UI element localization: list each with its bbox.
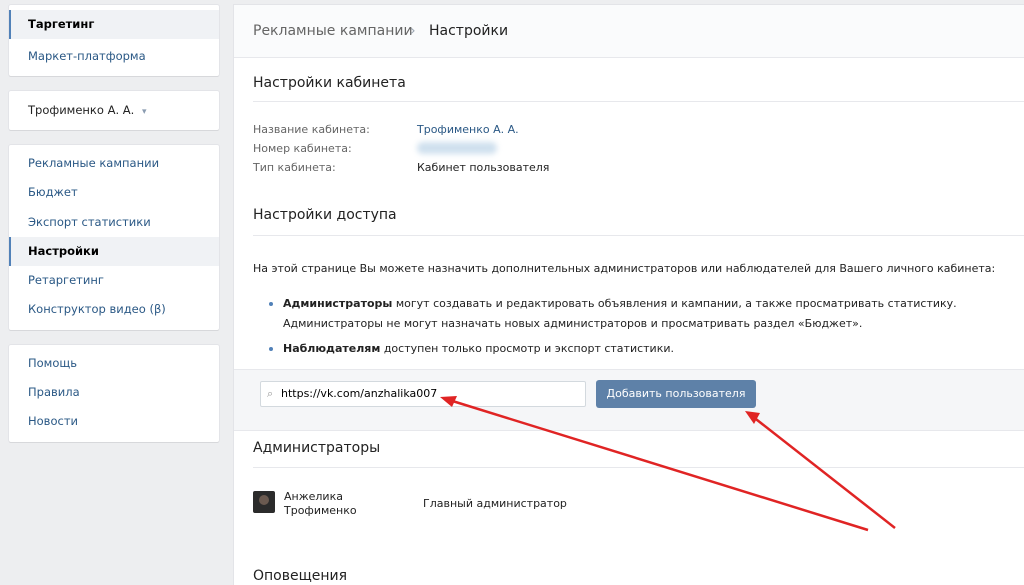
divider [253,101,1024,102]
sidebar-item-label: Ретаргетинг [28,273,104,287]
cabinet-settings-title: Настройки кабинета [253,75,406,91]
sidebar-item-label: Конструктор видео (β) [28,302,166,316]
account-name: Трофименко А. А. [28,103,135,117]
admin-first-name: Анжелика [284,490,343,503]
avatar[interactable] [253,491,275,513]
observers-term: Наблюдателям [283,342,381,355]
administrators-title: Администраторы [253,440,381,456]
cabinet-type-value: Кабинет пользователя [417,161,550,174]
sidebar-item-budget[interactable]: Бюджет [9,178,219,207]
observers-text: доступен только просмотр и экспорт стати… [380,342,674,355]
breadcrumb: Рекламные кампании › Настройки [234,5,1024,58]
sidebar-item-video-constructor[interactable]: Конструктор видео (β) [9,295,219,324]
add-user-bar: ⌕ https://vk.com/anzhalika007 Добавить п… [234,369,1024,431]
sidebar-item-rules[interactable]: Правила [9,378,219,407]
divider [253,235,1024,236]
sidebar-item-targeting[interactable]: Таргетинг [9,10,219,39]
access-intro-text: На этой странице Вы можете назначить доп… [253,262,996,275]
cabinet-type-label: Тип кабинета: [253,161,336,174]
sidebar-item-market-platform[interactable]: Маркет-платформа [9,42,219,71]
account-selector[interactable]: Трофименко А. А. ▾ [9,96,219,125]
admins-text: могут создавать и редактировать объявлен… [392,297,957,310]
sidebar-item-label: Рекламные кампании [28,156,160,170]
bullet-icon [269,302,273,306]
sidebar-item-label: Таргетинг [28,17,95,31]
notifications-title: Оповещения [253,568,348,584]
sidebar-item-retargeting[interactable]: Ретаргетинг [9,266,219,295]
sidebar-item-stats-export[interactable]: Экспорт статистики [9,208,219,237]
admin-name[interactable]: Анжелика Трофименко [284,490,357,518]
sidebar-item-news[interactable]: Новости [9,407,219,436]
sidebar-card-campaigns: Рекламные кампании Бюджет Экспорт статис… [9,145,219,330]
sidebar-item-label: Новости [28,414,78,428]
admins-restriction-text: Администраторы не могут назначать новых … [283,317,863,330]
admins-description: Администраторы могут создавать и редакти… [283,297,957,310]
cabinet-number-label: Номер кабинета: [253,142,352,155]
admin-last-name: Трофименко [284,504,357,517]
cabinet-number-redacted [417,142,497,154]
search-icon: ⌕ [267,387,274,400]
bullet-icon [269,347,273,351]
breadcrumb-parent-link[interactable]: Рекламные кампании [253,23,413,39]
sidebar-item-label: Помощь [28,356,78,370]
sidebar-card-help: Помощь Правила Новости [9,345,219,442]
sidebar-item-label: Настройки [28,244,99,258]
sidebar-item-campaigns[interactable]: Рекламные кампании [9,149,219,178]
sidebar-card-account: Трофименко А. А. ▾ [9,91,219,130]
sidebar-item-label: Экспорт статистики [28,215,151,229]
sidebar-item-help[interactable]: Помощь [9,349,219,378]
add-user-button[interactable]: Добавить пользователя [596,380,756,408]
admin-role: Главный администратор [423,497,567,510]
observers-description: Наблюдателям доступен только просмотр и … [283,342,674,355]
access-settings-title: Настройки доступа [253,207,397,223]
breadcrumb-current: Настройки [429,23,509,39]
sidebar-item-label: Правила [28,385,80,399]
admins-term: Администраторы [283,297,393,310]
sidebar-item-settings[interactable]: Настройки [9,237,219,266]
main-panel: Рекламные кампании › Настройки Настройки… [234,5,1024,585]
sidebar-card-targeting: Таргетинг Маркет-платформа [9,5,219,76]
chevron-down-icon: ▾ [141,107,147,117]
sidebar-item-label: Маркет-платформа [28,49,146,63]
sidebar-item-label: Бюджет [28,185,78,199]
cabinet-name-label: Название кабинета: [253,123,370,136]
cabinet-name-value[interactable]: Трофименко А. А. [417,123,519,136]
breadcrumb-separator-icon: › [410,23,416,39]
user-link-input[interactable]: ⌕ https://vk.com/anzhalika007 [260,381,586,407]
user-link-input-value: https://vk.com/anzhalika007 [281,387,438,400]
divider [253,467,1024,468]
